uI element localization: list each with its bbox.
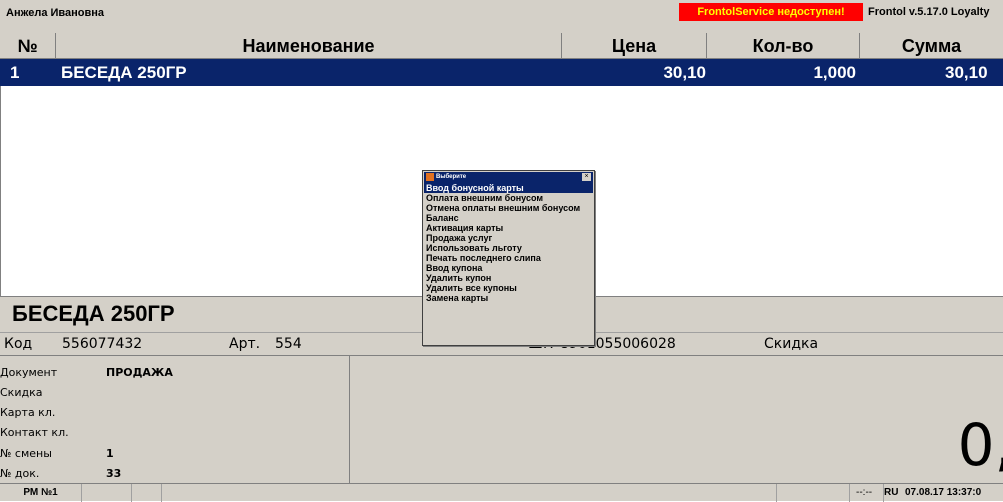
col-header-qty[interactable]: Кол-во bbox=[707, 33, 860, 59]
doc-label: Документ bbox=[0, 366, 58, 379]
menu-item[interactable]: Баланс bbox=[424, 213, 593, 223]
docnum-label: № док. bbox=[0, 467, 40, 480]
col-header-sum[interactable]: Сумма bbox=[860, 33, 1003, 59]
card-label: Карта кл. bbox=[0, 406, 56, 419]
menu-item[interactable]: Удалить все купоны bbox=[424, 283, 593, 293]
col-header-price[interactable]: Цена bbox=[562, 33, 707, 59]
product-name: БЕСЕДА 250ГР bbox=[12, 301, 175, 326]
docnum-value: 33 bbox=[106, 467, 122, 480]
total-amount: 0, bbox=[957, 411, 1003, 479]
time-placeholder: --:-- bbox=[856, 484, 884, 502]
status-cell-empty-1 bbox=[82, 484, 132, 502]
menu-item[interactable]: Отмена оплаты внешним бонусом bbox=[424, 203, 593, 213]
row-name: БЕСЕДА 250ГР bbox=[61, 63, 187, 82]
row-num: 1 bbox=[10, 63, 20, 82]
col-header-name[interactable]: Наименование bbox=[56, 33, 562, 59]
shift-label: № смены bbox=[0, 447, 52, 460]
menu-item[interactable]: Удалить купон bbox=[424, 273, 593, 283]
menu-item[interactable]: Замена карты bbox=[424, 293, 593, 303]
col-header-num[interactable]: № bbox=[0, 33, 56, 59]
art-label: Арт. bbox=[229, 336, 261, 352]
menu-item[interactable]: Ввод бонусной карты bbox=[424, 183, 593, 193]
service-alert: FrontolService недоступен! bbox=[679, 3, 863, 21]
code-value: 556077432 bbox=[62, 336, 143, 352]
dialog-menu-list: Ввод бонусной карты Оплата внешним бонусо… bbox=[424, 183, 593, 303]
menu-item[interactable]: Оплата внешним бонусом bbox=[424, 193, 593, 203]
app-icon bbox=[426, 173, 434, 181]
menu-item[interactable]: Использовать льготу bbox=[424, 243, 593, 253]
total-panel: 0, bbox=[350, 356, 1003, 483]
art-value: 554 bbox=[275, 336, 302, 352]
document-info-panel: Документ ПРОДАЖА Скидка Карта кл. Контак… bbox=[0, 356, 350, 483]
top-bar: Анжела Ивановна FrontolService недоступе… bbox=[0, 0, 1003, 33]
status-cell-empty-3 bbox=[776, 484, 850, 502]
row-sum: 30,10 bbox=[945, 63, 988, 82]
code-label: Код bbox=[4, 336, 33, 352]
close-icon[interactable]: × bbox=[582, 173, 591, 181]
table-row[interactable]: 1 БЕСЕДА 250ГР 30,10 1,000 30,10 bbox=[0, 59, 1003, 86]
contact-label: Контакт кл. bbox=[0, 426, 69, 439]
language-indicator: RU bbox=[884, 487, 899, 498]
menu-item[interactable]: Продажа услуг bbox=[424, 233, 593, 243]
dialog-title: Выберите bbox=[436, 174, 467, 180]
dialog-titlebar[interactable]: Выберите × bbox=[424, 172, 593, 183]
shift-value: 1 bbox=[106, 447, 114, 460]
doc-discount-label: Скидка bbox=[0, 386, 43, 399]
table-header: № Наименование Цена Кол-во Сумма bbox=[0, 33, 1003, 59]
discount-label: Скидка bbox=[764, 336, 819, 352]
menu-item[interactable]: Активация карты bbox=[424, 223, 593, 233]
choose-dialog: Выберите × Ввод бонусной карты Оплата вне… bbox=[422, 170, 595, 346]
menu-item[interactable]: Печать последнего слипа bbox=[424, 253, 593, 263]
status-bar: РМ №1 --:-- RU 07.08.17 13:37:0 bbox=[0, 483, 1003, 502]
cashier-name: Анжела Ивановна bbox=[6, 7, 105, 19]
row-price: 30,10 bbox=[663, 63, 706, 82]
datetime: 07.08.17 13:37:0 bbox=[905, 487, 982, 498]
status-cell-empty-2 bbox=[132, 484, 162, 502]
app-version: Frontol v.5.17.0 Loyalty bbox=[868, 6, 990, 18]
doc-value: ПРОДАЖА bbox=[106, 366, 173, 379]
menu-item[interactable]: Ввод купона bbox=[424, 263, 593, 273]
row-qty: 1,000 bbox=[813, 63, 856, 82]
workstation: РМ №1 bbox=[0, 484, 82, 502]
